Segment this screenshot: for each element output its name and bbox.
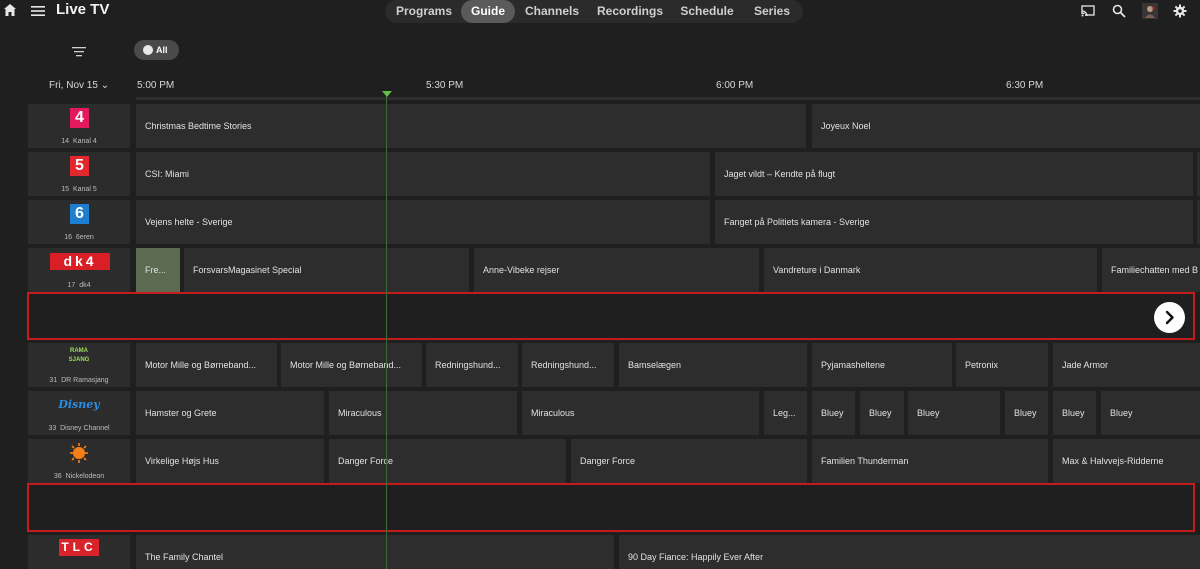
tab-series[interactable]: Series (747, 0, 797, 23)
program-cell[interactable]: Jaget vildt – Kendte på flugt (715, 152, 1193, 196)
channel-logo: TLC (59, 539, 99, 556)
program-cell[interactable]: Motor Mille og Børneband... (281, 343, 422, 387)
program-cell[interactable]: Max & Halvvejs-Ridderne (1053, 439, 1200, 483)
program-cell[interactable]: Leg... (764, 391, 807, 435)
program-cell[interactable]: Bluey (812, 391, 855, 435)
chevron-down-icon: ⌄ (100, 80, 110, 91)
tab-programs[interactable]: Programs (390, 0, 458, 23)
program-cell[interactable]: The Family Chantel (136, 535, 614, 569)
program-cell[interactable]: Pyjamasheltene (812, 343, 952, 387)
channel-number-name: 14 Kanal 4 (61, 138, 97, 145)
app-title: Live TV (56, 1, 110, 18)
channel-number-name: 36 Nickelodeon (53, 473, 105, 480)
chevron-right-icon (1165, 310, 1174, 325)
channel-kanal-4[interactable]: 4 14 Kanal 4 (28, 104, 130, 148)
program-cell[interactable]: Vejens helte - Sverige (136, 200, 710, 244)
time-label: 5:00 PM (137, 80, 175, 91)
channel-disney-channel[interactable]: Disney 33 Disney Channel (28, 391, 130, 435)
channel-number-name: 31 DR Ramasjang (49, 377, 109, 384)
time-label: 5:30 PM (426, 80, 464, 91)
channel-number-name: 17 dk4 (67, 282, 91, 289)
sort-icon[interactable] (72, 44, 86, 57)
program-cell[interactable]: Motor Mille og Børneband... (136, 343, 277, 387)
date-selector[interactable]: Fri, Nov 15 ⌄ (49, 80, 109, 91)
channel-dk4[interactable]: dk4 17 dk4 (28, 248, 130, 292)
view-tabs: Programs Guide Channels Recordings Sched… (385, 0, 803, 23)
channel-number-name: 16 6eren (64, 234, 94, 241)
program-cell[interactable]: Familiechatten med B (1102, 248, 1200, 292)
filter-chip-all[interactable]: All (134, 40, 179, 60)
tab-channels[interactable]: Channels (521, 0, 583, 23)
channel-logo: dk4 (50, 253, 110, 270)
program-cell[interactable]: Bluey (860, 391, 904, 435)
current-time-marker (382, 91, 392, 97)
channel-number-name: 33 Disney Channel (48, 425, 110, 432)
program-cell[interactable]: 90 Day Fiance: Happily Ever After (619, 535, 1200, 569)
channel-logo: 6 (70, 204, 89, 224)
tab-schedule[interactable]: Schedule (675, 0, 739, 23)
divider (136, 97, 1200, 100)
home-icon[interactable] (3, 3, 17, 17)
program-cell[interactable]: CSI: Miami (136, 152, 710, 196)
program-cell[interactable]: Jade Armor (1053, 343, 1200, 387)
program-cell[interactable]: Joyeux Noel (812, 104, 1200, 148)
cast-icon[interactable] (1081, 4, 1095, 18)
channel-nickelodeon[interactable]: 36 Nickelodeon (28, 439, 130, 483)
program-cell[interactable]: Hamster og Grete (136, 391, 324, 435)
program-cell[interactable]: Bamselægen (619, 343, 807, 387)
hamburger-menu-icon[interactable] (31, 4, 45, 16)
scroll-right-button[interactable] (1154, 302, 1185, 333)
tab-recordings[interactable]: Recordings (591, 0, 669, 23)
program-cell[interactable]: Bluey (1005, 391, 1048, 435)
channel-number-name: 15 Kanal 5 (61, 186, 97, 193)
channel-kanal-5[interactable]: 5 15 Kanal 5 (28, 152, 130, 196)
check-icon (143, 45, 153, 55)
channel-logo: RAMA SJANG (68, 348, 90, 363)
program-cell[interactable]: Bluey (1101, 391, 1200, 435)
settings-gear-icon[interactable] (1173, 4, 1187, 18)
channel-logo: Disney (58, 398, 100, 411)
avatar[interactable] (1142, 3, 1158, 19)
program-cell[interactable]: Miraculous (329, 391, 517, 435)
program-cell[interactable]: Familien Thunderman (812, 439, 1048, 483)
program-cell[interactable]: Miraculous (522, 391, 759, 435)
program-cell[interactable]: Christmas Bedtime Stories (136, 104, 806, 148)
program-cell[interactable]: Danger Force (329, 439, 566, 483)
program-cell[interactable]: Redningshund... (522, 343, 614, 387)
program-cell[interactable]: Fre... (136, 248, 180, 292)
nickelodeon-logo (68, 443, 90, 463)
empty-row-highlight (27, 292, 1195, 340)
tab-guide[interactable]: Guide (461, 0, 515, 23)
program-cell[interactable]: Redningshund... (426, 343, 518, 387)
empty-row-highlight (27, 483, 1195, 532)
channel-logo: 4 (70, 108, 89, 128)
program-cell[interactable]: Anne-Vibeke rejser (474, 248, 759, 292)
program-cell[interactable]: Virkelige Højs Hus (136, 439, 324, 483)
channel-logo: 5 (70, 156, 89, 176)
channel-6eren[interactable]: 6 16 6eren (28, 200, 130, 244)
program-cell[interactable]: Vandreture i Danmark (764, 248, 1097, 292)
search-icon[interactable] (1112, 4, 1126, 18)
program-cell[interactable]: Fanget på Politiets kamera - Sverige (715, 200, 1193, 244)
current-time-line (386, 94, 387, 569)
program-cell[interactable]: ForsvarsMagasinet Special (184, 248, 469, 292)
channel-dr-ramasjang[interactable]: RAMA SJANG 31 DR Ramasjang (28, 343, 130, 387)
time-label: 6:30 PM (1006, 80, 1044, 91)
program-cell[interactable]: Danger Force (571, 439, 807, 483)
channel-tlc-hd[interactable]: TLC (28, 535, 130, 569)
time-label: 6:00 PM (716, 80, 754, 91)
program-cell[interactable]: Bluey (908, 391, 1000, 435)
program-cell[interactable]: Bluey (1053, 391, 1096, 435)
program-cell[interactable]: Petronix (956, 343, 1048, 387)
